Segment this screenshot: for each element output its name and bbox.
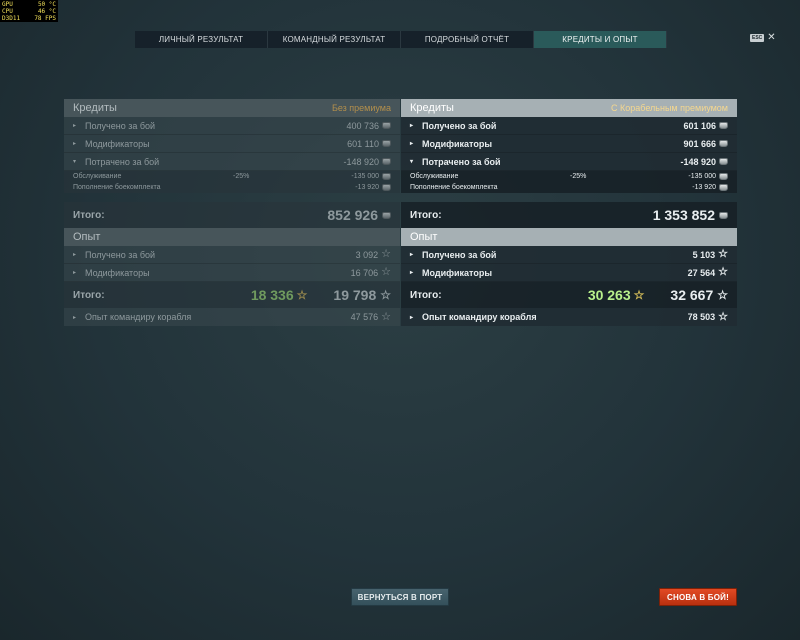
star-icon: ☆ <box>718 266 728 278</box>
hw-row-cpu: CPU 46 °C <box>2 8 56 15</box>
credits-earned-row[interactable]: ▸ Получено за бой 601 106 <box>401 117 737 135</box>
tab-detailed-report[interactable]: ПОДРОБНЫЙ ОТЧЁТ <box>401 31 534 48</box>
battle-again-button[interactable]: СНОВА В БОЙ! <box>659 588 737 606</box>
xp-title: Опыт <box>410 231 438 243</box>
credits-coin-icon <box>719 173 728 180</box>
ammo-cost-row: Пополнение боекомплекта -13 920 <box>401 182 737 193</box>
ammo-cost-row: Пополнение боекомплекта -13 920 <box>64 182 400 193</box>
chevron-right-icon: ▸ <box>410 270 414 276</box>
xp-earned-row[interactable]: ▸ Получено за бой 5 103 ☆ <box>401 246 737 264</box>
credits-total-row: Итого: 852 926 <box>64 202 400 228</box>
credits-spent-row[interactable]: ▾ Потрачено за бой -148 920 <box>64 153 400 171</box>
no-premium-panel: Кредиты Без премиума ▸ Получено за бой 40… <box>64 99 400 326</box>
credits-header: Кредиты Без премиума <box>64 99 400 117</box>
star-icon: ☆ <box>381 248 391 260</box>
chevron-right-icon: ▸ <box>410 123 414 129</box>
service-cost-row: Обслуживание -25% -135 000 <box>401 171 737 182</box>
credits-coin-icon <box>382 184 391 191</box>
service-cost-row: Обслуживание -25% -135 000 <box>64 171 400 182</box>
chevron-down-icon: ▾ <box>73 159 77 165</box>
credits-title: Кредиты <box>73 102 117 114</box>
premium-panel: Кредиты С Корабельным премиумом ▸ Получен… <box>401 99 737 326</box>
commander-xp-row[interactable]: ▸ Опыт командиру корабля 47 576 ☆ <box>64 308 400 326</box>
xp-total-row: Итого: 18 336 ☆ 19 798 ☆ <box>64 282 400 308</box>
xp-modifiers-row[interactable]: ▸ Модификаторы 16 706 ☆ <box>64 264 400 282</box>
chevron-right-icon: ▸ <box>73 270 77 276</box>
credits-coin-icon <box>382 122 391 129</box>
chevron-right-icon: ▸ <box>410 141 414 147</box>
premium-status-label: Без премиума <box>331 103 391 113</box>
chevron-down-icon: ▾ <box>410 159 414 165</box>
esc-key-hint: ESC <box>750 34 765 42</box>
credits-coin-icon <box>719 122 728 129</box>
xp-header: Опыт <box>64 228 400 246</box>
chevron-right-icon: ▸ <box>410 252 414 258</box>
credits-header: Кредиты С Корабельным премиумом <box>401 99 737 117</box>
hw-row-gpu: GPU 50 °C <box>2 1 56 8</box>
credits-coin-icon <box>719 184 728 191</box>
return-to-port-button[interactable]: ВЕРНУТЬСЯ В ПОРТ <box>351 588 449 606</box>
chevron-right-icon: ▸ <box>410 314 414 321</box>
xp-title: Опыт <box>73 231 101 243</box>
star-icon: ☆ <box>296 287 308 302</box>
result-tabs: ЛИЧНЫЙ РЕЗУЛЬТАТ КОМАНДНЫЙ РЕЗУЛЬТАТ ПОД… <box>135 31 667 48</box>
credits-coin-icon <box>382 173 391 180</box>
credits-title: Кредиты <box>410 102 454 114</box>
credits-coin-icon <box>382 158 391 165</box>
credits-total-row: Итого: 1 353 852 <box>401 202 737 228</box>
credits-coin-icon <box>719 211 728 219</box>
credits-coin-icon <box>382 211 391 219</box>
star-icon: ☆ <box>718 310 728 323</box>
tab-personal-result[interactable]: ЛИЧНЫЙ РЕЗУЛЬТАТ <box>135 31 268 48</box>
close-icon[interactable]: ✕ <box>767 33 775 43</box>
credits-earned-row[interactable]: ▸ Получено за бой 400 736 <box>64 117 400 135</box>
credits-modifiers-row[interactable]: ▸ Модификаторы 901 666 <box>401 135 737 153</box>
star-icon: ☆ <box>381 266 391 278</box>
xp-earned-row[interactable]: ▸ Получено за бой 3 092 ☆ <box>64 246 400 264</box>
star-icon: ☆ <box>718 248 728 260</box>
credits-coin-icon <box>719 140 728 147</box>
credits-coin-icon <box>382 140 391 147</box>
star-icon: ☆ <box>380 287 391 302</box>
hardware-monitor-overlay: GPU 50 °C CPU 46 °C D3D11 78 FPS <box>0 0 58 22</box>
credits-coin-icon <box>719 158 728 165</box>
tab-team-result[interactable]: КОМАНДНЫЙ РЕЗУЛЬТАТ <box>268 31 401 48</box>
xp-modifiers-row[interactable]: ▸ Модификаторы 27 564 ☆ <box>401 264 737 282</box>
credits-spent-row[interactable]: ▾ Потрачено за бой -148 920 <box>401 153 737 171</box>
chevron-right-icon: ▸ <box>73 252 77 258</box>
xp-header: Опыт <box>401 228 737 246</box>
close-control[interactable]: ESC ✕ <box>750 33 776 43</box>
tab-credits-and-xp[interactable]: КРЕДИТЫ И ОПЫТ <box>534 31 667 48</box>
commander-xp-row[interactable]: ▸ Опыт командиру корабля 78 503 ☆ <box>401 308 737 326</box>
free-xp-total: 18 336 ☆ <box>250 287 308 303</box>
chevron-right-icon: ▸ <box>73 141 77 147</box>
free-xp-total: 30 263 ☆ <box>587 287 645 303</box>
premium-status-label: С Корабельным премиумом <box>611 103 728 113</box>
star-icon: ☆ <box>717 287 728 302</box>
chevron-right-icon: ▸ <box>73 123 77 129</box>
star-icon: ☆ <box>381 310 391 323</box>
credits-modifiers-row[interactable]: ▸ Модификаторы 601 110 <box>64 135 400 153</box>
hw-row-fps: D3D11 78 FPS <box>2 15 56 22</box>
chevron-right-icon: ▸ <box>73 314 77 321</box>
star-icon: ☆ <box>633 287 645 302</box>
xp-total-row: Итого: 30 263 ☆ 32 667 ☆ <box>401 282 737 308</box>
